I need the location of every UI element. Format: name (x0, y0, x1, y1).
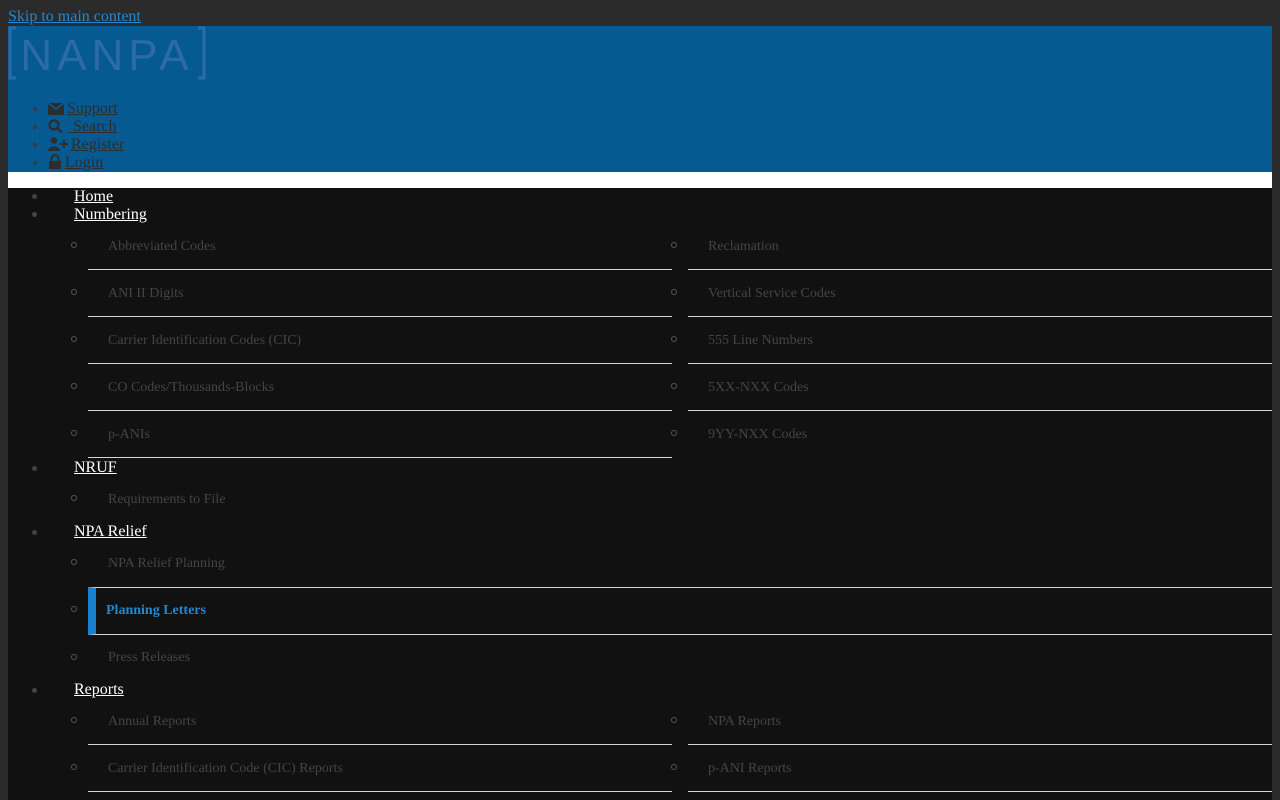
nav-item-npa-relief: NPA Relief (74, 523, 147, 541)
submenu-marker (671, 764, 677, 770)
submenu-item-ani-ii-digits[interactable]: ANI II Digits (88, 270, 672, 317)
skip-to-main-content-link[interactable]: Skip to main content (8, 8, 141, 26)
submenu-marker (671, 430, 677, 436)
utility-item-search: Search (48, 118, 124, 136)
home-link[interactable]: Home (74, 188, 113, 205)
submenu-marker (71, 764, 77, 770)
register-link[interactable]: Register (48, 136, 124, 153)
utility-item-login: Login (48, 154, 124, 172)
submenu-label: p-ANIs (108, 427, 150, 442)
reports-link[interactable]: Reports (74, 681, 124, 698)
submenu-label: Annual Reports (108, 714, 197, 729)
login-link[interactable]: Login (48, 154, 103, 171)
submenu-label: Carrier Identification Code (CIC) Report… (108, 761, 343, 776)
search-icon (48, 119, 63, 134)
submenu-label: Press Releases (108, 650, 191, 665)
submenu-label-active: Planning Letters (106, 603, 206, 618)
submenu-label: CO Codes/Thousands-Blocks (108, 380, 275, 395)
submenu-marker (71, 559, 77, 565)
npa-relief-bullet (32, 530, 37, 535)
submenu-item-p-anis[interactable]: p-ANIs (88, 411, 672, 458)
submenu-marker (71, 289, 77, 295)
submenu-item-vertical-service-codes[interactable]: Vertical Service Codes (688, 270, 1272, 317)
envelope-icon (47, 102, 65, 115)
logo-text: NANPA (20, 31, 193, 80)
submenu-label: Carrier Identification Codes (CIC) (108, 333, 302, 348)
numbering-link[interactable]: Numbering (74, 206, 147, 223)
utility-nav: Support Search Register Login (8, 100, 124, 172)
submenu-item-annual-reports[interactable]: Annual Reports (88, 698, 672, 745)
submenu-marker (71, 336, 77, 342)
submenu-marker (671, 717, 677, 723)
submenu-item-p-ani-reports[interactable]: p-ANI Reports (688, 745, 1272, 792)
submenu-item-planning-letters[interactable]: Planning Letters (88, 587, 1272, 635)
submenu-label: Reclamation (708, 239, 779, 254)
support-link[interactable]: Support (47, 100, 118, 117)
submenu-label: NPA Relief Planning (108, 556, 225, 571)
reports-bullet (32, 688, 37, 693)
submenu-marker (71, 654, 77, 660)
submenu-label: Vertical Service Codes (708, 286, 836, 301)
lock-icon (49, 154, 61, 169)
utility-item-register: Register (48, 136, 124, 154)
submenu-marker (71, 383, 77, 389)
header-divider (8, 172, 1272, 188)
submenu-marker (71, 242, 77, 248)
submenu-marker (671, 383, 677, 389)
support-label: Support (67, 100, 118, 117)
submenu-label: ANI II Digits (108, 286, 184, 301)
submenu-marker (671, 242, 677, 248)
nav-item-nruf: NRUF (74, 459, 117, 477)
submenu-label: p-ANI Reports (708, 761, 792, 776)
submenu-item-9yy-nxx-codes[interactable]: 9YY-NXX Codes (708, 411, 807, 458)
submenu-item-cic[interactable]: Carrier Identification Codes (CIC) (88, 317, 672, 364)
submenu-item-reclamation[interactable]: Reclamation (688, 223, 1272, 270)
submenu-label: 555 Line Numbers (708, 333, 813, 348)
nruf-bullet (32, 466, 37, 471)
home-bullet (32, 194, 37, 199)
submenu-label: 9YY-NXX Codes (708, 427, 808, 442)
submenu-marker (71, 606, 77, 612)
submenu-label: 5XX-NXX Codes (708, 380, 809, 395)
nruf-link[interactable]: NRUF (74, 459, 117, 476)
submenu-item-npa-relief-planning[interactable]: NPA Relief Planning (108, 540, 225, 587)
submenu-item-5xx-nxx-codes[interactable]: 5XX-NXX Codes (688, 364, 1272, 411)
submenu-label: Requirements to File (108, 492, 226, 507)
user-plus-icon (48, 137, 68, 151)
submenu-item-requirements-to-file[interactable]: Requirements to File (108, 476, 225, 523)
numbering-bullet (32, 212, 37, 217)
submenu-marker (671, 289, 677, 295)
nav-item-home: Home (74, 188, 113, 206)
submenu-item-co-codes[interactable]: CO Codes/Thousands-Blocks (88, 364, 672, 411)
submenu-item-cic-reports[interactable]: Carrier Identification Code (CIC) Report… (88, 745, 672, 792)
nav-item-numbering: Numbering (74, 206, 147, 224)
submenu-item-npa-reports[interactable]: NPA Reports (688, 698, 1272, 745)
submenu-item-555-line-numbers[interactable]: 555 Line Numbers (688, 317, 1272, 364)
npa-relief-link[interactable]: NPA Relief (74, 523, 147, 540)
submenu-item-abbreviated-codes[interactable]: Abbreviated Codes (88, 223, 672, 270)
site-header: NANPA Support Search Register Login (8, 26, 1272, 172)
submenu-marker (71, 430, 77, 436)
register-label: Register (71, 136, 125, 153)
submenu-marker (671, 336, 677, 342)
submenu-marker (71, 495, 77, 501)
search-label: Search (73, 118, 117, 135)
submenu-label: Abbreviated Codes (108, 239, 216, 254)
submenu-marker (71, 717, 77, 723)
nav-item-reports: Reports (74, 681, 124, 699)
nanpa-logo[interactable]: NANPA (8, 26, 206, 80)
main-nav: Home Numbering Abbreviated Codes ANI II … (8, 188, 1272, 800)
login-label: Login (65, 154, 104, 171)
submenu-label: NPA Reports (708, 714, 782, 729)
search-link[interactable]: Search (48, 118, 117, 135)
submenu-item-press-releases[interactable]: Press Releases (108, 634, 190, 681)
utility-item-support: Support (47, 100, 124, 118)
